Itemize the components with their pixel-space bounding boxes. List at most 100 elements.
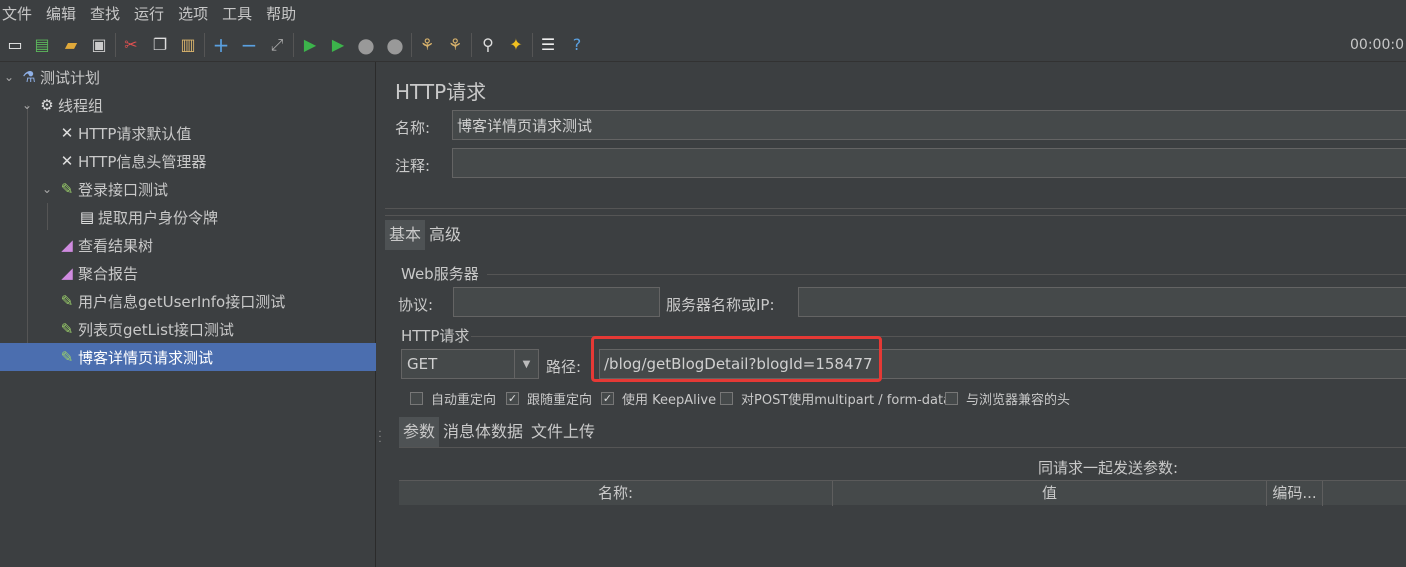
- tree-item-label: 线程组: [58, 96, 104, 115]
- reset-search-icon[interactable]: ✦: [505, 34, 527, 56]
- section-divider[interactable]: [385, 208, 1406, 216]
- toolbar-separator: [532, 33, 533, 57]
- table-caption: 同请求一起发送参数:: [1038, 459, 1179, 477]
- server-label: 服务器名称或IP:: [666, 296, 775, 314]
- menu-run[interactable]: 运行: [134, 3, 164, 24]
- tree-item-aggregate-report[interactable]: ◢ 聚合报告: [56, 259, 376, 287]
- tree-item-header-manager[interactable]: ✕ HTTP信息头管理器: [56, 147, 376, 175]
- toolbar-separator: [411, 33, 412, 57]
- start-icon[interactable]: ▶: [299, 34, 321, 56]
- tree-item-user-info-test[interactable]: ✎ 用户信息getUserInfo接口测试: [56, 287, 376, 315]
- name-label: 名称:: [395, 119, 431, 137]
- menu-options[interactable]: 选项: [178, 3, 208, 24]
- chevron-down-icon[interactable]: ⌄: [38, 182, 56, 196]
- toolbar-separator: [115, 33, 116, 57]
- chevron-down-icon[interactable]: ⌄: [0, 70, 18, 84]
- checkbox-follow-redirect[interactable]: ✓ 跟随重定向: [506, 389, 592, 408]
- tree-item-label: HTTP请求默认值: [78, 124, 192, 143]
- column-header-value[interactable]: 值: [833, 481, 1267, 506]
- clear-icon[interactable]: ⚘: [416, 34, 438, 56]
- config-tabs: 基本 高级: [385, 220, 465, 250]
- search-icon[interactable]: ⚲: [477, 34, 499, 56]
- comment-label: 注释:: [395, 157, 431, 175]
- column-header-extra: [1323, 481, 1406, 506]
- toolbar-separator: [293, 33, 294, 57]
- paste-icon[interactable]: ▥: [177, 34, 199, 56]
- open-icon[interactable]: ▰: [60, 34, 82, 56]
- tab-basic[interactable]: 基本: [385, 220, 426, 250]
- copy-icon[interactable]: ❐: [149, 34, 171, 56]
- column-header-name[interactable]: 名称:: [399, 481, 833, 506]
- checkbox-box[interactable]: [720, 392, 733, 405]
- tree-item-label: HTTP信息头管理器: [78, 152, 207, 171]
- menu-bar: 文件 编辑 查找 运行 选项 工具 帮助: [0, 0, 1406, 26]
- checkbox-box[interactable]: [410, 392, 423, 405]
- function-helper-icon[interactable]: ☰: [537, 34, 559, 56]
- chevron-down-icon[interactable]: ⌄: [18, 98, 36, 112]
- http-group-label: HTTP请求: [401, 327, 470, 345]
- start-no-pause-icon[interactable]: ▶: [327, 34, 349, 56]
- tree-item-label: 测试计划: [40, 68, 101, 87]
- tree-item-blog-detail-test[interactable]: ✎ 博客详情页请求测试: [0, 343, 376, 371]
- new-icon[interactable]: ▭: [4, 34, 26, 56]
- parameters-table-header: 名称: 值 编码...: [399, 480, 1406, 506]
- splitter-handle[interactable]: · · ·: [376, 428, 384, 448]
- save-icon[interactable]: ▣: [88, 34, 110, 56]
- menu-edit[interactable]: 编辑: [46, 3, 76, 24]
- help-icon[interactable]: ?: [566, 34, 588, 56]
- tree-item-login-test[interactable]: ⌄ ✎ 登录接口测试: [38, 175, 376, 203]
- menu-search[interactable]: 查找: [90, 3, 120, 24]
- checkbox-auto-redirect[interactable]: 自动重定向: [410, 389, 496, 408]
- web-server-group-label: Web服务器: [401, 265, 479, 283]
- checkbox-browser-headers[interactable]: 与浏览器兼容的头: [945, 389, 1070, 408]
- checkbox-label: 使用 KeepAlive: [622, 393, 717, 408]
- shutdown-icon[interactable]: ●: [384, 34, 406, 56]
- elapsed-timer: 00:00:0: [1350, 37, 1404, 53]
- chevron-down-icon[interactable]: ▼: [514, 350, 538, 378]
- clear-all-icon[interactable]: ⚘: [444, 34, 466, 56]
- checkbox-keepalive[interactable]: ✓ 使用 KeepAlive: [601, 389, 716, 408]
- stop-icon[interactable]: ●: [355, 34, 377, 56]
- tree-item-results-tree[interactable]: ◢ 查看结果树: [56, 231, 376, 259]
- highlight-box: [591, 336, 882, 382]
- comment-field[interactable]: [452, 148, 1406, 178]
- tree-item-label: 博客详情页请求测试: [78, 348, 214, 367]
- chart-icon: ◢: [61, 236, 73, 254]
- pen-icon: ✎: [60, 292, 74, 310]
- pen-icon: ✎: [60, 320, 74, 338]
- tab-parameters[interactable]: 参数: [399, 417, 440, 447]
- expand-icon[interactable]: +: [210, 34, 232, 56]
- chart-icon: ◢: [61, 264, 73, 282]
- method-select[interactable]: GET ▼: [401, 349, 539, 379]
- menu-tools[interactable]: 工具: [222, 3, 252, 24]
- document-icon: ▤: [79, 208, 95, 226]
- tab-advanced[interactable]: 高级: [425, 220, 465, 250]
- protocol-field[interactable]: [453, 287, 660, 317]
- tree-item-label: 聚合报告: [78, 264, 139, 283]
- server-field[interactable]: [798, 287, 1406, 317]
- checkbox-box[interactable]: [945, 392, 958, 405]
- tree-item-thread-group[interactable]: ⌄ ⚙ 线程组: [18, 91, 376, 119]
- tree-item-extract-token[interactable]: ▤ 提取用户身份令牌: [76, 203, 376, 231]
- checkbox-multipart[interactable]: 对POST使用multipart / form-data: [720, 389, 951, 408]
- collapse-icon[interactable]: −: [238, 34, 260, 56]
- column-header-encode[interactable]: 编码...: [1267, 481, 1323, 506]
- name-field[interactable]: 博客详情页请求测试: [452, 110, 1406, 140]
- tree-item-http-defaults[interactable]: ✕ HTTP请求默认值: [56, 119, 376, 147]
- http-request-panel: HTTP请求 名称: 博客详情页请求测试 注释: 基本 高级 Web服务器 协议…: [385, 62, 1406, 567]
- toggle-icon[interactable]: ⤢: [266, 34, 288, 56]
- check-icon[interactable]: ✓: [601, 392, 614, 405]
- method-value: GET: [407, 355, 438, 373]
- check-icon[interactable]: ✓: [506, 392, 519, 405]
- tab-body-data[interactable]: 消息体数据: [439, 417, 527, 447]
- path-label: 路径:: [546, 358, 582, 376]
- menu-file[interactable]: 文件: [2, 3, 32, 24]
- cut-icon[interactable]: ✂: [120, 34, 142, 56]
- request-body-tabs: 参数 消息体数据 文件上传: [399, 417, 599, 447]
- tree-item-list-test[interactable]: ✎ 列表页getList接口测试: [56, 315, 376, 343]
- tab-file-upload[interactable]: 文件上传: [527, 417, 599, 447]
- templates-icon[interactable]: ▤: [31, 34, 53, 56]
- menu-help[interactable]: 帮助: [266, 3, 296, 24]
- tree-item-label: 提取用户身份令牌: [98, 208, 219, 227]
- tree-item-test-plan[interactable]: ⌄ ⚗ 测试计划: [0, 63, 376, 91]
